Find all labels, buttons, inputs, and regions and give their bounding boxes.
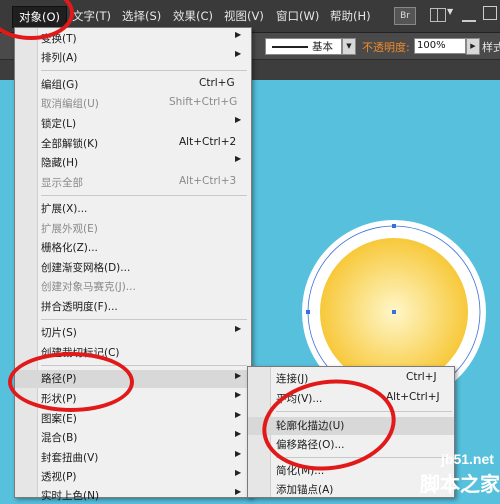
anchor-point-left <box>306 310 310 314</box>
menu-divider <box>41 319 247 320</box>
stroke-style-label: 基本 <box>312 41 333 53</box>
menu-item-lock[interactable]: 锁定(L) ▶ <box>15 115 251 132</box>
submenu-arrow-icon: ▶ <box>235 449 242 458</box>
menu-item-envelope-distort[interactable]: 封套扭曲(V) ▶ <box>15 449 251 466</box>
maximize-icon[interactable] <box>483 6 497 20</box>
submenu-arrow-icon: ▶ <box>235 30 242 39</box>
menu-help[interactable]: 帮助(H) <box>330 8 371 24</box>
menu-type[interactable]: 文字(T) <box>72 8 111 24</box>
menu-window[interactable]: 窗口(W) <box>276 8 319 24</box>
menu-item-label: 取消编组(U) <box>41 98 99 110</box>
menu-item-shortcut: Alt+Ctrl+2 <box>179 136 237 148</box>
menu-item-arrange[interactable]: 排列(A) ▶ <box>15 49 251 66</box>
watermark-site: jb51.net <box>441 451 494 467</box>
menu-effect[interactable]: 效果(C) <box>173 8 213 24</box>
watermark-logo: 脚本之家 <box>420 472 500 496</box>
anchor-point-top <box>392 224 396 228</box>
menu-item-label: 扩展(X)... <box>41 203 88 215</box>
grid-icon <box>430 8 446 22</box>
menu-item-label: 切片(S) <box>41 327 77 339</box>
opacity-label[interactable]: 不透明度: <box>362 39 410 55</box>
opacity-input[interactable]: 100% <box>414 38 466 54</box>
chevron-down-icon[interactable]: ▼ <box>342 38 356 55</box>
menu-item-label: 锁定(L) <box>41 118 77 130</box>
arrange-documents-button[interactable]: ▼ <box>430 7 456 23</box>
menu-divider <box>41 195 247 196</box>
menu-item-label: 混合(B) <box>41 432 78 444</box>
menu-item-blend[interactable]: 混合(B) ▶ <box>15 429 251 446</box>
menu-item-shortcut: Alt+Ctrl+3 <box>179 175 237 187</box>
menu-item-label: 栅格化(Z)... <box>41 242 98 254</box>
submenu-arrow-icon: ▶ <box>235 429 242 438</box>
menu-item-perspective[interactable]: 透视(P) ▶ <box>15 468 251 485</box>
menu-item-expand-appearance[interactable]: 扩展外观(E) <box>15 221 251 237</box>
menu-item-slice[interactable]: 切片(S) ▶ <box>15 324 251 341</box>
menu-item-shortcut: Ctrl+G <box>199 77 235 89</box>
submenu-arrow-icon: ▶ <box>235 324 242 333</box>
menu-view[interactable]: 视图(V) <box>224 8 264 24</box>
menu-item-flatten-transparency[interactable]: 拼合透明度(F)... <box>15 299 251 315</box>
menu-item-hide[interactable]: 隐藏(H) ▶ <box>15 154 251 171</box>
bridge-button[interactable]: Br <box>394 7 416 25</box>
menu-item-label: 隐藏(H) <box>41 157 79 169</box>
menu-item-label: 透视(P) <box>41 471 77 483</box>
menu-item-label: 拼合透明度(F)... <box>41 301 118 313</box>
submenu-arrow-icon: ▶ <box>235 154 242 163</box>
annotation-circle-path-item <box>8 352 134 412</box>
menu-item-label: 图案(E) <box>41 413 77 425</box>
submenu-arrow-icon: ▶ <box>235 371 242 380</box>
menu-item-shortcut: Alt+Ctrl+J <box>386 391 440 403</box>
menu-item-group[interactable]: 编组(G) Ctrl+G <box>15 77 251 93</box>
submenu-arrow-icon: ▶ <box>235 49 242 58</box>
menu-item-pattern[interactable]: 图案(E) ▶ <box>15 410 251 427</box>
menu-item-label: 创建对象马赛克(J)... <box>41 281 136 293</box>
menu-divider <box>41 70 247 71</box>
menu-item-shortcut: Ctrl+J <box>406 371 437 383</box>
menu-item-label: 全部解锁(K) <box>41 138 99 150</box>
menu-item-show-all[interactable]: 显示全部 Alt+Ctrl+3 <box>15 175 251 191</box>
chevron-right-icon[interactable]: ▶ <box>466 38 480 55</box>
menu-item-ungroup[interactable]: 取消编组(U) Shift+Ctrl+G <box>15 96 251 112</box>
center-point <box>392 310 396 314</box>
submenu-arrow-icon: ▶ <box>235 468 242 477</box>
menu-item-label: 扩展外观(E) <box>41 223 98 235</box>
submenu-arrow-icon: ▶ <box>235 487 242 496</box>
menu-item-label: 排列(A) <box>41 52 78 64</box>
style-label[interactable]: 样式 <box>482 39 500 55</box>
menu-item-label: 编组(G) <box>41 79 79 91</box>
menu-item-live-paint[interactable]: 实时上色(N) ▶ <box>15 487 251 504</box>
menu-item-rasterize[interactable]: 栅格化(Z)... <box>15 240 251 256</box>
menu-item-shortcut: Shift+Ctrl+G <box>169 96 238 108</box>
object-menu: 变换(T) ▶ 排列(A) ▶ 编组(G) Ctrl+G 取消编组(U) Shi… <box>14 27 252 502</box>
chevron-down-icon: ▼ <box>447 7 454 16</box>
menu-item-label: 显示全部 <box>41 177 83 189</box>
menu-item-expand[interactable]: 扩展(X)... <box>15 201 251 217</box>
menu-item-gradient-mesh[interactable]: 创建渐变网格(D)... <box>15 260 251 276</box>
menu-item-object-mosaic[interactable]: 创建对象马赛克(J)... <box>15 279 251 295</box>
menu-select[interactable]: 选择(S) <box>122 8 161 24</box>
menu-item-label: 创建渐变网格(D)... <box>41 262 131 274</box>
menu-item-label: 添加锚点(A) <box>276 484 334 496</box>
minimize-icon[interactable] <box>462 8 476 22</box>
stroke-style-select[interactable]: 基本 <box>265 38 342 55</box>
submenu-arrow-icon: ▶ <box>235 115 242 124</box>
menu-item-unlock-all[interactable]: 全部解锁(K) Alt+Ctrl+2 <box>15 136 251 152</box>
menu-item-label: 封套扭曲(V) <box>41 452 99 464</box>
menu-item-label: 连接(J) <box>276 373 309 385</box>
submenu-arrow-icon: ▶ <box>235 410 242 419</box>
stroke-preview-icon <box>272 46 308 48</box>
submenu-arrow-icon: ▶ <box>235 390 242 399</box>
